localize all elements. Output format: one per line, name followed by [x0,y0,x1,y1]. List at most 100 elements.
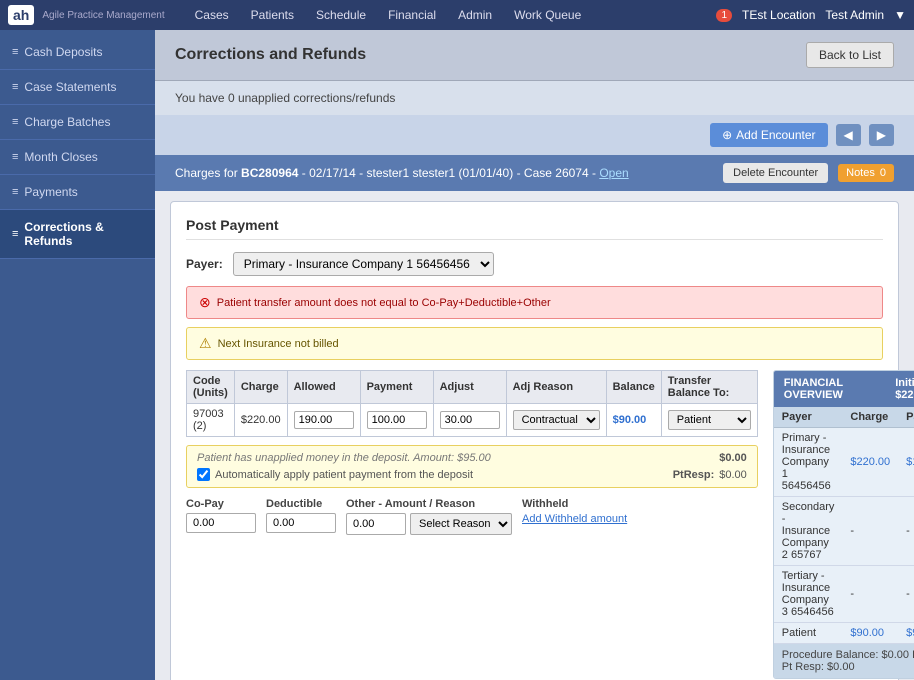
list-icon: ≡ [12,81,18,93]
payment-input[interactable] [367,411,427,429]
list-icon: ≡ [12,116,18,128]
applied-notice: Patient has unapplied money in the depos… [186,445,758,488]
fin-payer-3: Patient [774,623,843,644]
fin-title: FINANCIAL OVERVIEW [784,377,895,401]
two-col-layout: Code (Units) Charge Allowed Payment Adju… [186,370,883,679]
patient-name: stester1 stester1 (01/01/40) [366,166,513,180]
fin-col-payer: Payer [774,407,843,428]
cell-adj-reason: Contractual Write-off Other [506,404,606,437]
add-encounter-button[interactable]: ⊕ Add Encounter [710,123,827,147]
nav-admin[interactable]: Admin [448,4,502,26]
case-number: BC280964 [241,166,298,180]
sidebar-item-label: Corrections & Refunds [24,220,143,248]
adj-reason-select[interactable]: Contractual Write-off Other [513,410,600,430]
sidebar-item-label: Case Statements [24,80,116,94]
sidebar-item-month-closes[interactable]: ≡ Month Closes [0,140,155,175]
nav-workqueue[interactable]: Work Queue [504,4,591,26]
next-arrow-button[interactable]: ▶ [869,124,894,146]
copay-input[interactable] [186,513,256,533]
chevron-down-icon: ▼ [894,8,906,22]
sidebar-item-label: Cash Deposits [24,45,102,59]
sidebar-item-case-statements[interactable]: ≡ Case Statements [0,70,155,105]
nav-patients[interactable]: Patients [241,4,304,26]
deductible-label: Deductible [266,498,336,510]
fin-payer-1: Secondary - Insurance Company 2 65767 [774,497,843,566]
cell-charge: $220.00 [234,404,287,437]
main-content: Corrections and Refunds Back to List You… [155,30,914,680]
sidebar: ≡ Cash Deposits ≡ Case Statements ≡ Char… [0,30,155,680]
post-payment-panel: Post Payment Payer: Primary - Insurance … [170,201,899,680]
charge-info: Charges for BC280964 - 02/17/14 - steste… [175,166,713,180]
sidebar-item-corrections-refunds[interactable]: ≡ Corrections & Refunds [0,210,155,259]
payer-label: Payer: [186,257,223,271]
nav-right: 1 TEst Location Test Admin ▼ [716,8,906,22]
sidebar-item-cash-deposits[interactable]: ≡ Cash Deposits [0,35,155,70]
cell-balance: $90.00 [606,404,661,437]
user-label: Test Admin [825,8,884,22]
info-message: You have 0 unapplied corrections/refunds [175,91,395,105]
table-row: Primary - Insurance Company 1 56456456 $… [774,428,914,497]
fin-footer: Procedure Balance: $0.00 Ins Resp: $0.00… [774,644,914,678]
fin-payment-3: $90.00 [898,623,914,644]
right-col: FINANCIAL OVERVIEW Initial charge: $220.… [773,370,914,679]
fin-charge-1: - [842,497,898,566]
applied-italic: Patient has unapplied money in the depos… [197,452,491,464]
list-icon: ≡ [12,186,18,198]
reason-select[interactable]: Select Reason Copay Deductible Other [410,513,512,535]
copay-group: Co-Pay [186,498,256,533]
transfer-select[interactable]: Patient Secondary Tertiary [668,410,751,430]
sidebar-item-payments[interactable]: ≡ Payments [0,175,155,210]
fin-payer-0: Primary - Insurance Company 1 56456456 [774,428,843,497]
fin-table: Payer Charge Payment Adjust Primary - In… [774,407,914,644]
notification-badge: 1 [716,9,732,22]
auto-apply-row: Automatically apply patient payment from… [197,468,747,481]
withheld-group: Withheld Add Withheld amount [522,498,627,525]
adjust-input[interactable] [440,411,500,429]
case-label: Case [524,166,552,180]
auto-apply-label: Automatically apply patient payment from… [215,469,473,481]
left-col: Code (Units) Charge Allowed Payment Adju… [186,370,758,679]
nav-cases[interactable]: Cases [185,4,239,26]
fin-charge-2: - [842,566,898,623]
nav-financial[interactable]: Financial [378,4,446,26]
alert-yellow: ⚠ Next Insurance not billed [186,327,883,360]
charge-table: Code (Units) Charge Allowed Payment Adju… [186,370,758,437]
col-adj-reason: Adj Reason [506,371,606,404]
fin-charge-3: $90.00 [842,623,898,644]
charges-bar: Charges for BC280964 - 02/17/14 - steste… [155,155,914,191]
fin-payment-1: - [898,497,914,566]
fin-col-payment: Payment [898,407,914,428]
prev-arrow-button[interactable]: ◀ [836,124,861,146]
financial-overview: FINANCIAL OVERVIEW Initial charge: $220.… [773,370,914,679]
back-to-list-button[interactable]: Back to List [806,42,894,68]
auto-apply-checkbox[interactable] [197,468,210,481]
delete-encounter-button[interactable]: Delete Encounter [723,163,828,183]
case-id: 26074 [555,166,588,180]
cell-adjust [433,404,506,437]
fin-payer-2: Tertiary - Insurance Company 3 6546456 [774,566,843,623]
add-withheld-link[interactable]: Add Withheld amount [522,513,627,525]
nav-schedule[interactable]: Schedule [306,4,376,26]
cell-code: 97003 (2) [187,404,235,437]
notes-count: 0 [880,167,886,179]
sidebar-item-charge-batches[interactable]: ≡ Charge Batches [0,105,155,140]
panel-title: Post Payment [186,217,883,240]
other-input[interactable] [346,513,406,535]
cell-payment [360,404,433,437]
payer-select[interactable]: Primary - Insurance Company 1 56456456 S… [233,252,494,276]
deductible-input[interactable] [266,513,336,533]
encounter-date: 02/17/14 [309,166,356,180]
page-title: Corrections and Refunds [175,46,366,64]
cell-allowed [287,404,360,437]
allowed-input[interactable] [294,411,354,429]
col-balance: Balance [606,371,661,404]
col-charge: Charge [234,371,287,404]
cell-transfer: Patient Secondary Tertiary [661,404,757,437]
layout: ≡ Cash Deposits ≡ Case Statements ≡ Char… [0,30,914,680]
withheld-label: Withheld [522,498,627,510]
table-row: 97003 (2) $220.00 [187,404,758,437]
open-link[interactable]: Open [599,166,628,180]
nav-items: Cases Patients Schedule Financial Admin … [185,4,717,26]
fin-initial-charge: Initial charge: $220.00 [895,377,914,401]
plus-icon: ⊕ [722,128,732,142]
